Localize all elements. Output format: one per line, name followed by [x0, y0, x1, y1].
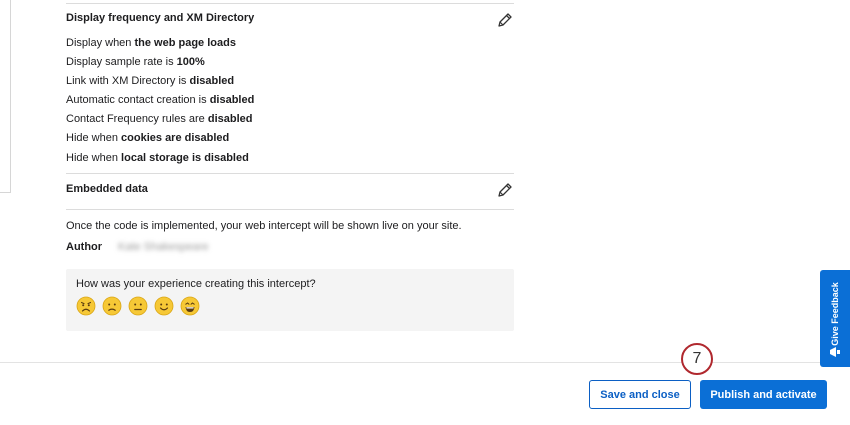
happy-face-icon[interactable]	[154, 296, 174, 316]
setting-line-hide-local-storage: Hide when local storage is disabled	[66, 152, 249, 164]
divider	[66, 3, 514, 4]
setting-line-contact-frequency: Contact Frequency rules are disabled	[66, 113, 253, 125]
author-label: Author	[66, 241, 103, 253]
setting-line-display-when: Display when the web page loads	[66, 37, 236, 49]
section-title-embedded-data: Embedded data	[66, 183, 148, 195]
author-name: Kate Shakespeare	[118, 241, 209, 253]
setting-line-hide-cookies: Hide when cookies are disabled	[66, 132, 230, 144]
give-feedback-tab[interactable]: Give Feedback	[820, 270, 850, 367]
survey-question: How was your experience creating this in…	[76, 278, 316, 290]
setting-line-sample-rate: Display sample rate is 100%	[66, 56, 205, 68]
neutral-face-icon[interactable]	[128, 296, 148, 316]
give-feedback-label: Give Feedback	[830, 282, 840, 346]
setting-line-xm-directory: Link with XM Directory is disabled	[66, 75, 235, 87]
publish-and-activate-button[interactable]: Publish and activate	[700, 380, 827, 409]
divider	[66, 173, 514, 174]
divider	[66, 209, 514, 210]
setting-line-contact-creation: Automatic contact creation is disabled	[66, 94, 255, 106]
megaphone-icon	[830, 347, 840, 357]
footer-divider	[0, 362, 850, 363]
rating-faces	[76, 296, 200, 316]
section-title-display-frequency: Display frequency and XM Directory	[66, 12, 255, 24]
save-and-close-button[interactable]: Save and close	[589, 380, 691, 409]
step-number-badge: 7	[681, 343, 713, 375]
very-unhappy-face-icon[interactable]	[76, 296, 96, 316]
edit-pencil-icon[interactable]	[496, 11, 514, 29]
experience-survey: How was your experience creating this in…	[66, 269, 514, 331]
very-happy-face-icon[interactable]	[180, 296, 200, 316]
edit-pencil-icon[interactable]	[496, 181, 514, 199]
side-panel	[0, 0, 11, 193]
unhappy-face-icon[interactable]	[102, 296, 122, 316]
implementation-note: Once the code is implemented, your web i…	[66, 220, 462, 232]
